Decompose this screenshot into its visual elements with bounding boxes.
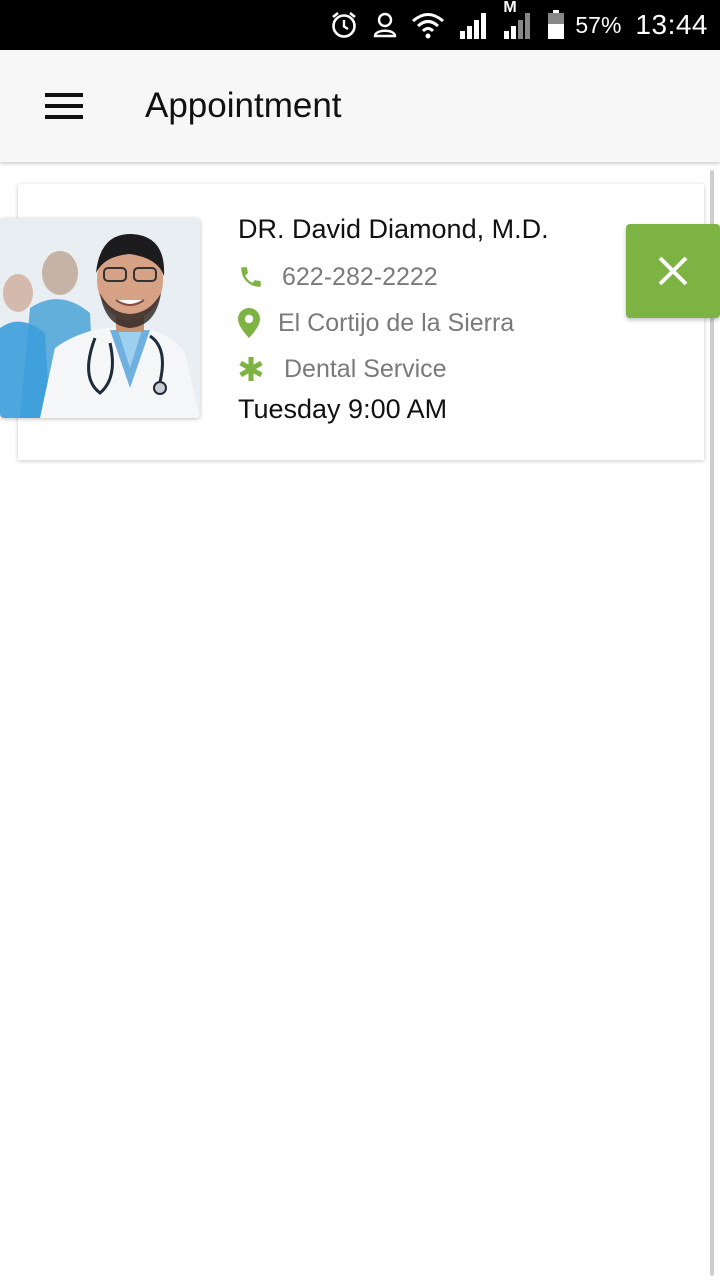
doctor-photo	[0, 218, 200, 418]
location-name: El Cortijo de la Sierra	[278, 308, 515, 337]
appointment-details: DR. David Diamond, M.D. 622-282-2222 El …	[238, 212, 549, 425]
phone-number: 622-282-2222	[282, 262, 438, 291]
phone-row[interactable]: 622-282-2222	[238, 254, 549, 300]
app-bar: Appointment	[0, 50, 720, 162]
status-icons: M 57% 13:44	[315, 0, 708, 50]
service-name: Dental Service	[284, 354, 447, 383]
appointment-card[interactable]: DR. David Diamond, M.D. 622-282-2222 El …	[0, 184, 704, 460]
appointment-time: Tuesday 9:00 AM	[238, 394, 448, 424]
close-icon	[658, 256, 688, 286]
scrollbar[interactable]	[710, 170, 714, 1276]
battery-percent: 57%	[575, 11, 622, 38]
account-icon	[373, 11, 397, 39]
wifi-icon	[411, 11, 445, 39]
alarm-icon	[329, 10, 359, 40]
network-label: M	[503, 0, 517, 16]
phone-icon	[238, 264, 278, 290]
signal-icon	[459, 11, 489, 39]
asterisk-icon	[238, 356, 278, 382]
location-row[interactable]: El Cortijo de la Sierra	[238, 300, 549, 346]
battery-icon	[547, 10, 565, 40]
status-bar: M 57% 13:44	[0, 0, 720, 50]
appointment-list[interactable]: DR. David Diamond, M.D. 622-282-2222 El …	[0, 162, 720, 1280]
cancel-appointment-button[interactable]	[626, 224, 720, 318]
service-row: Dental Service	[238, 346, 549, 392]
doctor-name: DR. David Diamond, M.D.	[238, 214, 549, 244]
hamburger-icon	[45, 93, 83, 119]
signal-m-icon: M	[503, 0, 533, 39]
page-title: Appointment	[145, 86, 342, 125]
status-clock: 13:44	[635, 9, 708, 40]
menu-button[interactable]	[40, 84, 88, 128]
location-pin-icon	[238, 308, 278, 338]
